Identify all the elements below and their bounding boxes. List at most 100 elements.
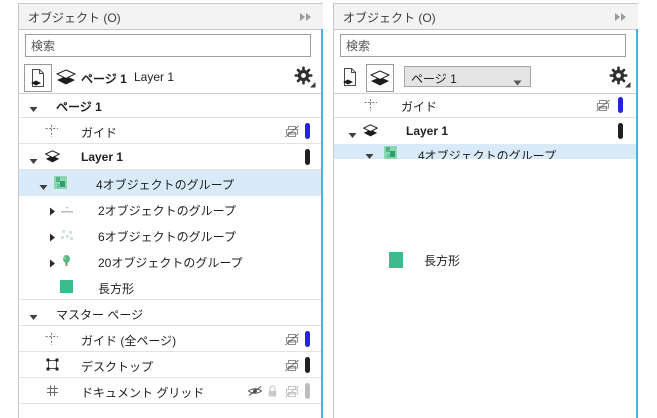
page-with-layer-icon [29, 68, 47, 88]
printer-disabled-icon[interactable] [285, 125, 299, 141]
printer-disabled-icon[interactable] [596, 99, 610, 115]
row-label: ガイド [81, 124, 117, 141]
collapse-arrow-icon[interactable] [29, 102, 38, 116]
group-thumbnail [384, 146, 397, 159]
tree-row-group4[interactable]: 4オブジェクトのグループ [334, 144, 638, 159]
tree-row-layer1[interactable]: Layer 1 [334, 118, 638, 144]
tree-row-layer1[interactable]: Layer 1 [19, 144, 323, 170]
tree-row-group2[interactable]: 2オブジェクトのグループ [19, 196, 323, 222]
page-view-button[interactable] [24, 64, 52, 92]
row-label: Layer 1 [81, 150, 123, 164]
tree-row-group20[interactable]: 20オブジェクトのグループ [19, 248, 323, 274]
layer-color-bar[interactable] [305, 357, 310, 373]
lock-icon[interactable] [267, 385, 278, 401]
tree-row-guides-all[interactable]: ガイド (全ページ) [19, 326, 323, 352]
layer-view-button[interactable] [366, 64, 394, 92]
page-with-layer-icon [341, 67, 359, 87]
row-label: マスター ページ [56, 306, 143, 323]
guides-crosshair-icon [45, 124, 59, 141]
layer-color-bar[interactable] [618, 97, 623, 113]
row-label: 20オブジェクトのグループ [98, 254, 243, 271]
row-label: 長方形 [98, 280, 134, 297]
tree-row-group4[interactable]: 4オブジェクトのグループ [19, 170, 323, 196]
objects-panel-right: オブジェクト (O) ページ 1 [333, 3, 638, 418]
page-view-button[interactable] [337, 64, 363, 90]
tree-row-guides[interactable]: ガイド [334, 92, 638, 118]
objects-panel-left: オブジェクト (O) ページ 1 La [18, 3, 323, 418]
row-label: 4オブジェクトのグループ [96, 176, 234, 193]
search-bar [19, 30, 323, 62]
group-thumbnail [60, 229, 74, 244]
layer-diamond-icon [363, 124, 378, 141]
search-input[interactable] [25, 34, 311, 57]
row-label: 4オブジェクトのグループ [418, 147, 556, 159]
row-label: ドキュメント グリッド [81, 384, 204, 401]
current-page-label: ページ 1 [81, 70, 127, 87]
rectangle-thumbnail [60, 280, 73, 296]
settings-gear-icon[interactable] [608, 65, 632, 89]
tree-row-rectangle[interactable]: 長方形 [19, 274, 323, 300]
tree-row-master-page[interactable]: マスター ページ [19, 300, 323, 326]
layer-color-bar[interactable] [618, 123, 623, 139]
layer-color-bar[interactable] [305, 331, 310, 347]
collapse-arrow-icon[interactable] [29, 154, 38, 168]
guides-crosshair-icon [364, 98, 378, 115]
page-select-value: ページ 1 [411, 70, 457, 87]
tree-row-group6[interactable]: 6オブジェクトのグループ [19, 222, 323, 248]
layer-color-bar[interactable] [305, 383, 310, 399]
settings-gear-icon[interactable] [293, 65, 317, 89]
panel-toolbar: ページ 1 [334, 62, 638, 94]
printer-disabled-icon[interactable] [285, 359, 299, 375]
layer-diamond-icon [45, 150, 60, 167]
row-label: 長方形 [424, 252, 460, 269]
printer-disabled-icon[interactable] [285, 385, 299, 401]
group-thumbnail [60, 204, 74, 218]
layers-icon [370, 70, 390, 87]
objects-docker-screenshot: オブジェクト (O) ページ 1 La [0, 0, 657, 418]
panel-toolbar: ページ 1 Layer 1 [19, 62, 323, 94]
docker-edge-highlight [321, 29, 323, 418]
expand-arrow-icon[interactable] [49, 205, 56, 219]
guides-crosshair-icon [45, 332, 59, 349]
row-label: デスクトップ [81, 358, 153, 375]
row-label: ガイド (全ページ) [81, 332, 176, 349]
panel-header: オブジェクト (O) [334, 4, 638, 30]
collapse-arrow-icon[interactable] [365, 149, 374, 159]
layer-view-button[interactable] [53, 64, 79, 90]
collapse-arrow-icon[interactable] [29, 310, 38, 324]
tree-row-page1[interactable]: ページ 1 [19, 92, 323, 118]
row-label: ガイド [401, 98, 437, 115]
layer-color-bar[interactable] [305, 149, 310, 165]
flyout-chevron-icon[interactable] [614, 11, 628, 25]
tree-row-document-grid[interactable]: ドキュメント グリッド [19, 378, 323, 404]
row-label: 2オブジェクトのグループ [98, 202, 236, 219]
rectangle-thumbnail [389, 252, 403, 271]
layer-color-bar[interactable] [305, 123, 310, 139]
document-grid-icon [46, 384, 59, 400]
panel-title: オブジェクト (O) [28, 9, 121, 26]
layers-icon [56, 69, 76, 86]
eye-hidden-icon[interactable] [247, 385, 263, 400]
printer-disabled-icon[interactable] [285, 333, 299, 349]
row-label: ページ 1 [56, 98, 102, 115]
page-select[interactable]: ページ 1 [404, 66, 531, 87]
search-bar [334, 30, 638, 62]
flyout-chevron-icon[interactable] [299, 11, 313, 25]
expand-arrow-icon[interactable] [49, 257, 56, 271]
row-label: Layer 1 [406, 124, 448, 138]
panel-title: オブジェクト (O) [343, 9, 436, 26]
collapse-arrow-icon[interactable] [39, 180, 48, 194]
desktop-frame-icon [46, 358, 59, 374]
group-thumbnail [54, 176, 67, 192]
row-label: 6オブジェクトのグループ [98, 228, 236, 245]
expand-arrow-icon[interactable] [49, 231, 56, 245]
collapse-arrow-icon[interactable] [348, 128, 357, 142]
tree-row-guides[interactable]: ガイド [19, 118, 323, 144]
panel-header: オブジェクト (O) [19, 4, 323, 30]
tree-row-desktop[interactable]: デスクトップ [19, 352, 323, 378]
group-thumbnail [60, 254, 73, 271]
search-input[interactable] [340, 34, 626, 57]
current-layer-label: Layer 1 [134, 70, 174, 84]
chevron-down-icon [513, 75, 522, 89]
tree-row-rectangle[interactable]: 長方形 [334, 246, 638, 272]
